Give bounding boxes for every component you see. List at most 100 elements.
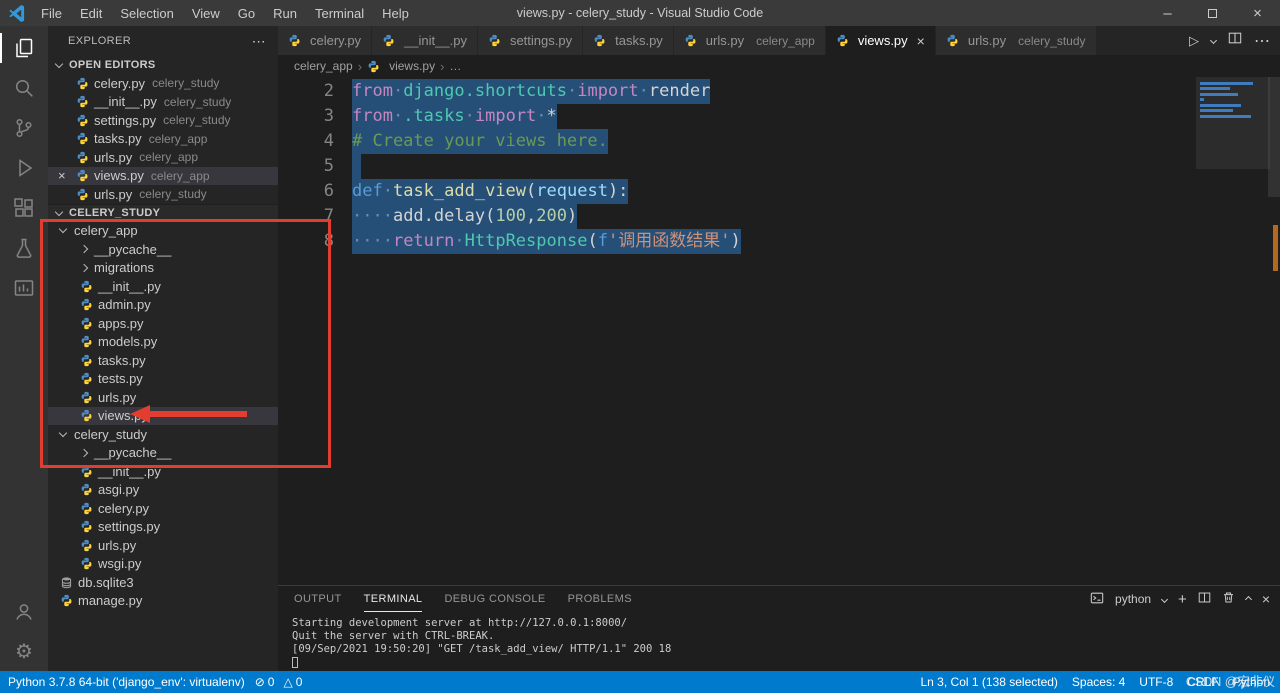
open-editor-item[interactable]: celery.pycelery_study <box>48 74 278 93</box>
tab-celerypy[interactable]: celery.py <box>278 26 372 55</box>
tab-settingspy[interactable]: settings.py <box>478 26 583 55</box>
maximize-button[interactable] <box>1190 0 1235 26</box>
code-line[interactable]: 7····add.delay(100,200) <box>278 204 741 229</box>
panel-tab-terminal[interactable]: TERMINAL <box>364 586 423 612</box>
tab-taskspy[interactable]: tasks.py <box>583 26 674 55</box>
tab-urlspy[interactable]: urls.pycelery_app <box>674 26 826 55</box>
tab-label: settings.py <box>510 33 572 48</box>
chart-window-icon[interactable] <box>0 268 48 308</box>
tab-initpy[interactable]: __init__.py <box>372 26 478 55</box>
code-line[interactable]: 5 <box>278 154 741 179</box>
cursor-position[interactable]: Ln 3, Col 1 (138 selected) <box>921 675 1058 689</box>
tree-folder[interactable]: celery_app <box>48 222 278 241</box>
menu-file[interactable]: File <box>32 0 71 26</box>
tree-file[interactable]: wsgi.py <box>48 555 278 574</box>
encoding[interactable]: UTF-8 <box>1139 675 1173 689</box>
panel-tabs: OUTPUT TERMINAL DEBUG CONSOLE PROBLEMS <box>294 586 654 612</box>
close-panel-icon[interactable]: × <box>1262 591 1270 607</box>
open-editor-item[interactable]: ×views.pycelery_app <box>48 167 278 186</box>
shell-label[interactable]: python <box>1115 592 1151 606</box>
python-interpreter[interactable]: Python 3.7.8 64-bit ('django_env': virtu… <box>8 675 245 689</box>
maximize-panel-icon[interactable] <box>1245 595 1252 602</box>
code-line[interactable]: 6def·task_add_view(request): <box>278 179 741 204</box>
eol-sequence[interactable]: CRLF <box>1187 675 1218 689</box>
tree-file[interactable]: celery.py <box>48 499 278 518</box>
split-terminal-icon[interactable] <box>1198 591 1211 607</box>
terminal-output[interactable]: Starting development server at http://12… <box>278 612 1280 672</box>
open-editor-item[interactable]: settings.pycelery_study <box>48 111 278 130</box>
split-editor-icon[interactable] <box>1228 31 1242 50</box>
more-editor-actions-icon[interactable]: ⋯ <box>1254 31 1270 51</box>
tree-file[interactable]: admin.py <box>48 296 278 315</box>
menu-run[interactable]: Run <box>264 0 306 26</box>
tree-folder[interactable]: migrations <box>48 259 278 278</box>
run-debug-icon[interactable] <box>0 148 48 188</box>
kill-terminal-icon[interactable] <box>1222 591 1235 607</box>
python-file-icon <box>76 151 93 164</box>
tree-file[interactable]: views.py <box>48 407 278 426</box>
run-python-file-button[interactable]: ▷ <box>1189 33 1199 49</box>
code-line[interactable]: 3from·.tasks·import·* <box>278 104 741 129</box>
breadcrumb-symbols[interactable]: … <box>449 59 461 73</box>
indentation[interactable]: Spaces: 4 <box>1072 675 1125 689</box>
tree-file[interactable]: asgi.py <box>48 481 278 500</box>
tree-file[interactable]: manage.py <box>48 592 278 611</box>
tree-file[interactable]: tests.py <box>48 370 278 389</box>
explorer-icon[interactable] <box>0 28 48 68</box>
extensions-icon[interactable] <box>0 188 48 228</box>
tree-file[interactable]: tasks.py <box>48 351 278 370</box>
breadcrumb-file[interactable]: views.py <box>389 59 435 73</box>
minimap[interactable] <box>1200 79 1266 120</box>
settings-icon[interactable]: ⚙ <box>0 631 48 671</box>
source-control-icon[interactable] <box>0 108 48 148</box>
tree-file[interactable]: __init__.py <box>48 462 278 481</box>
project-header[interactable]: CELERY_STUDY <box>48 204 278 222</box>
language-mode[interactable]: Python <box>1233 675 1270 689</box>
tree-file[interactable]: urls.py <box>48 388 278 407</box>
tree-file[interactable]: models.py <box>48 333 278 352</box>
tree-folder[interactable]: celery_study <box>48 425 278 444</box>
menu-help[interactable]: Help <box>373 0 418 26</box>
menu-view[interactable]: View <box>183 0 229 26</box>
tab-urlspy[interactable]: urls.pycelery_study <box>936 26 1097 55</box>
menu-edit[interactable]: Edit <box>71 0 111 26</box>
panel-tab-debug-console[interactable]: DEBUG CONSOLE <box>444 586 545 612</box>
tree-file[interactable]: __init__.py <box>48 277 278 296</box>
breadcrumb-folder[interactable]: celery_app <box>294 59 353 73</box>
panel-tab-output[interactable]: OUTPUT <box>294 586 342 612</box>
testing-icon[interactable] <box>0 228 48 268</box>
new-terminal-icon[interactable]: + <box>1178 591 1187 608</box>
account-icon[interactable] <box>0 591 48 631</box>
tree-folder[interactable]: __pycache__ <box>48 444 278 463</box>
code-editor[interactable]: 2from·django.shortcuts·import·render3fro… <box>278 77 1280 585</box>
shell-dropdown-icon[interactable] <box>1161 595 1168 602</box>
run-dropdown-icon[interactable] <box>1210 37 1217 44</box>
code-line[interactable]: 4# Create your views here. <box>278 129 741 154</box>
scrollbar[interactable] <box>1268 77 1280 197</box>
close-window-button[interactable]: × <box>1235 0 1280 26</box>
search-icon[interactable] <box>0 68 48 108</box>
problems-status[interactable]: ⊘ 0 △ 0 <box>255 675 303 689</box>
close-icon[interactable]: × <box>58 168 76 183</box>
tree-folder[interactable]: __pycache__ <box>48 240 278 259</box>
code-line[interactable]: 2from·django.shortcuts·import·render <box>278 79 741 104</box>
tab-viewspy[interactable]: views.py× <box>826 26 936 55</box>
open-editor-item[interactable]: urls.pycelery_app <box>48 148 278 167</box>
menu-go[interactable]: Go <box>229 0 264 26</box>
file-name: apps.py <box>98 316 144 331</box>
open-editor-item[interactable]: __init__.pycelery_study <box>48 93 278 112</box>
tree-file[interactable]: settings.py <box>48 518 278 537</box>
tree-file[interactable]: db.sqlite3 <box>48 573 278 592</box>
open-editor-item[interactable]: urls.pycelery_study <box>48 185 278 204</box>
minimize-button[interactable]: – <box>1145 0 1190 26</box>
tree-file[interactable]: urls.py <box>48 536 278 555</box>
tree-file[interactable]: apps.py <box>48 314 278 333</box>
close-icon[interactable]: × <box>917 33 925 49</box>
menu-selection[interactable]: Selection <box>111 0 182 26</box>
menu-terminal[interactable]: Terminal <box>306 0 373 26</box>
code-line[interactable]: 8····return·HttpResponse(f'调用函数结果') <box>278 229 741 254</box>
open-editors-header[interactable]: OPEN EDITORS <box>48 56 278 74</box>
more-actions-icon[interactable]: ⋯ <box>252 33 266 50</box>
panel-tab-problems[interactable]: PROBLEMS <box>568 586 632 612</box>
open-editor-item[interactable]: tasks.pycelery_app <box>48 130 278 149</box>
